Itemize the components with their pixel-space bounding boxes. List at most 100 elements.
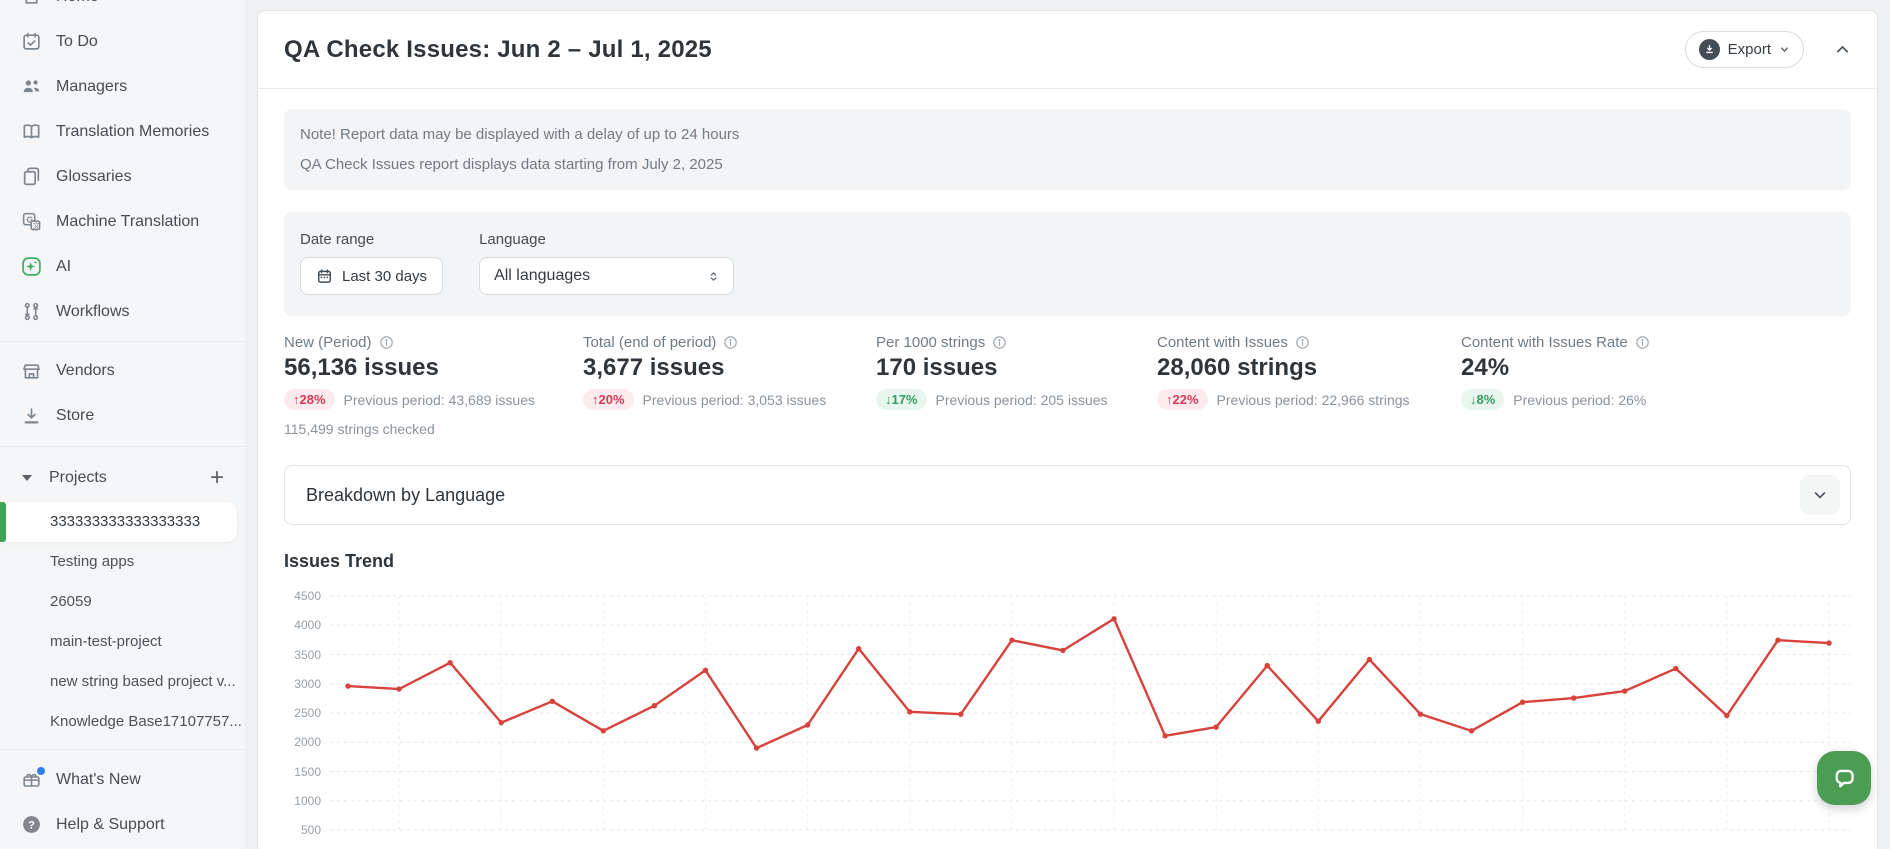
report-card: QA Check Issues: Jun 2 – Jul 1, 2025 Exp… (257, 10, 1878, 849)
sidebar-item-whats-new[interactable]: What's New (0, 757, 245, 802)
sidebar-item-glossaries[interactable]: Glossaries (0, 154, 245, 199)
sidebar-item-store[interactable]: Store (0, 394, 245, 439)
workflow-icon (21, 301, 42, 322)
sidebar-item-todo[interactable]: To Do (0, 19, 245, 64)
y-tick-label: 500 (301, 823, 321, 837)
y-tick-label: 2000 (294, 735, 321, 749)
info-icon[interactable] (723, 335, 738, 350)
project-item-label: 333333333333333333 (50, 513, 200, 530)
stat-label: New (Period) (284, 334, 372, 351)
project-item-label: 26059 (50, 593, 92, 610)
project-item-selected[interactable]: 333333333333333333 (0, 502, 237, 542)
export-button[interactable]: Export (1685, 31, 1804, 68)
project-item-label: new string based project v... (50, 673, 236, 690)
note-line-2: QA Check Issues report displays data sta… (300, 156, 1835, 173)
select-sort-arrows-icon (706, 269, 721, 284)
note-line-1: Note! Report data may be displayed with … (300, 126, 1835, 143)
svg-text:文: 文 (33, 221, 41, 230)
y-tick-label: 1000 (294, 794, 321, 808)
previous-period: Previous period: 22,966 strings (1217, 392, 1410, 408)
glossary-book-icon (21, 166, 42, 187)
stat-content-with-issues-rate: Content with Issues Rate 24% ↓8% Previou… (1461, 334, 1851, 437)
project-item-label: Testing apps (50, 553, 134, 570)
chevron-up-icon (1834, 41, 1851, 58)
stat-label: Total (end of period) (583, 334, 716, 351)
delta-badge: ↑22% (1157, 389, 1208, 410)
projects-header-label: Projects (49, 469, 210, 487)
sidebar-item-label: Vendors (56, 362, 115, 380)
chat-widget-button[interactable] (1817, 751, 1871, 805)
info-icon[interactable] (992, 335, 1007, 350)
stat-total-end-of-period: Total (end of period) 3,677 issues ↑20% … (583, 334, 876, 437)
sidebar-item-label: AI (56, 258, 71, 276)
project-item-label: Knowledge Base17107757... (50, 713, 242, 730)
projects-section-header: Projects + (0, 461, 245, 494)
stat-per-1000-strings: Per 1000 strings 170 issues ↓17% Previou… (876, 334, 1157, 437)
issues-trend-plot[interactable] (330, 584, 1851, 834)
sidebar-item-ai[interactable]: AI (0, 244, 245, 289)
stat-value: 28,060 strings (1157, 354, 1461, 382)
date-range-filter: Date range Last 30 days (300, 231, 443, 295)
sidebar-divider (0, 341, 245, 342)
stat-label: Content with Issues (1157, 334, 1288, 351)
report-note: Note! Report data may be displayed with … (284, 109, 1851, 190)
line-chart-svg (330, 584, 1851, 834)
sidebar-item-translation-memories[interactable]: Translation Memories (0, 109, 245, 154)
sidebar-item-label: Machine Translation (56, 213, 199, 231)
y-tick-label: 1500 (294, 765, 321, 779)
sidebar-divider (0, 446, 245, 447)
home-icon (21, 0, 42, 7)
project-item[interactable]: Knowledge Base17107757... (0, 702, 245, 742)
notification-dot (37, 767, 45, 775)
info-icon[interactable] (1635, 335, 1650, 350)
stat-label: Content with Issues Rate (1461, 334, 1628, 351)
sidebar-item-label: Managers (56, 78, 127, 96)
project-item[interactable]: Testing apps (0, 542, 245, 582)
chart-y-axis: 45004000350030002500200015001000500 (284, 584, 330, 834)
download-tray-icon (21, 406, 42, 427)
export-download-icon (1699, 39, 1720, 60)
previous-period: Previous period: 3,053 issues (643, 392, 827, 408)
sidebar-item-vendors[interactable]: Vendors (0, 349, 245, 394)
language-select[interactable]: All languages (479, 257, 734, 295)
breakdown-title: Breakdown by Language (306, 485, 505, 506)
sidebar-item-managers[interactable]: Managers (0, 64, 245, 109)
project-item[interactable]: main-test-project (0, 622, 245, 662)
project-item[interactable]: new string based project v... (0, 662, 245, 702)
page-title: QA Check Issues: Jun 2 – Jul 1, 2025 (284, 36, 712, 64)
sidebar-item-label: Glossaries (56, 168, 132, 186)
add-project-button[interactable]: + (210, 466, 224, 490)
issues-trend-chart: 45004000350030002500200015001000500 (284, 584, 1851, 834)
sidebar-item-help-support[interactable]: ? Help & Support (0, 802, 245, 847)
managers-people-icon (21, 76, 42, 97)
delta-badge: ↑20% (583, 389, 634, 410)
date-range-button[interactable]: Last 30 days (300, 257, 443, 295)
open-book-icon (21, 121, 42, 142)
stats-row: New (Period) 56,136 issues ↑28% Previous… (284, 334, 1851, 437)
breakdown-by-language-card[interactable]: Breakdown by Language (284, 465, 1851, 525)
collapse-report-button[interactable] (1834, 41, 1851, 58)
projects-collapse-caret-icon[interactable] (22, 475, 32, 481)
previous-period: Previous period: 205 issues (936, 392, 1108, 408)
breakdown-expand-button[interactable] (1800, 475, 1840, 515)
delta-badge: ↓17% (876, 389, 927, 410)
stat-label: Per 1000 strings (876, 334, 985, 351)
todo-calendar-icon (21, 31, 42, 52)
stat-content-with-issues: Content with Issues 28,060 strings ↑22% … (1157, 334, 1461, 437)
info-icon[interactable] (379, 335, 394, 350)
date-range-value: Last 30 days (342, 268, 427, 285)
info-icon[interactable] (1295, 335, 1310, 350)
delta-badge: ↑28% (284, 389, 335, 410)
sidebar-nav-secondary: Vendors Store (0, 349, 245, 439)
caret-down-icon (1779, 44, 1790, 55)
sidebar-item-machine-translation[interactable]: G文 Machine Translation (0, 199, 245, 244)
project-item[interactable]: 26059 (0, 582, 245, 622)
stat-value: 3,677 issues (583, 354, 876, 382)
sidebar-item-label: Home (56, 0, 99, 6)
sidebar-item-workflows[interactable]: Workflows (0, 289, 245, 334)
storefront-icon (21, 361, 42, 382)
export-button-label: Export (1728, 41, 1771, 58)
help-question-icon: ? (21, 814, 42, 835)
sidebar-item-home[interactable]: Home (0, 0, 245, 19)
strings-checked: 115,499 strings checked (284, 421, 583, 437)
